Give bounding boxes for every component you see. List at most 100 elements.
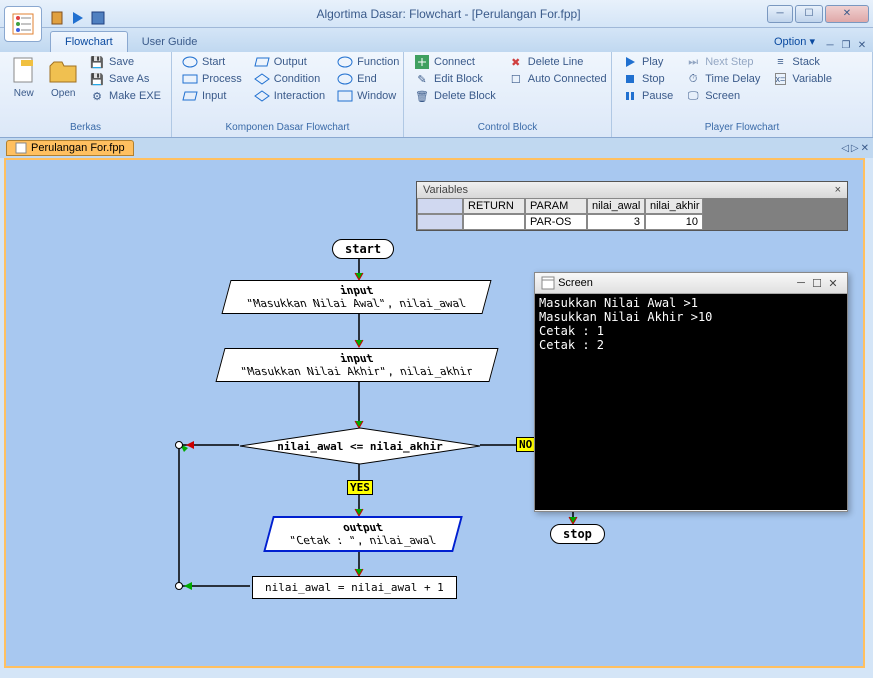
val-param: PAR-OS xyxy=(525,214,587,230)
screen-max[interactable]: ☐ xyxy=(809,277,825,290)
save-as-button[interactable]: 💾Save As xyxy=(85,71,165,87)
time-delay-button[interactable]: ⏱Time Delay xyxy=(681,71,764,87)
screen-title-icon xyxy=(541,276,555,290)
variables-table: RETURN PARAM nilai_awal nilai_akhir PAR-… xyxy=(417,198,847,230)
screen-output: Masukkan Nilai Awal >1 Masukkan Nilai Ak… xyxy=(535,294,847,510)
connect-icon xyxy=(414,55,430,69)
screen-line: Masukkan Nilai Awal >1 xyxy=(539,296,843,310)
tab-flowchart[interactable]: Flowchart xyxy=(50,31,128,52)
process-node[interactable]: nilai_awal = nilai_awal + 1 xyxy=(252,576,457,599)
exe-icon: ⚙ xyxy=(89,89,105,103)
window-button[interactable]: Window xyxy=(333,88,403,104)
mdi-restore[interactable]: ❐ xyxy=(839,38,853,52)
output-shape-icon xyxy=(254,55,270,69)
close-button[interactable]: ✕ xyxy=(825,5,869,23)
app-icon[interactable] xyxy=(4,6,42,42)
option-menu[interactable]: Option ▾ xyxy=(766,31,823,52)
interaction-shape-icon xyxy=(254,89,270,103)
stop-button[interactable]: Stop xyxy=(618,71,677,87)
screen-icon: 🖵 xyxy=(685,89,701,103)
pause-icon xyxy=(622,89,638,103)
stop-icon xyxy=(622,72,638,86)
row-header-blank xyxy=(417,198,463,214)
val-nilai-awal: 3 xyxy=(587,214,645,230)
delete-line-button[interactable]: ✖Delete Line xyxy=(504,54,611,70)
function-button[interactable]: Function xyxy=(333,54,403,70)
edit-icon: ✎ xyxy=(414,72,430,86)
interaction-button[interactable]: Interaction xyxy=(250,88,329,104)
process-shape-icon xyxy=(182,72,198,86)
output-node[interactable]: output"Cetak : ", nilai_awal xyxy=(263,516,462,552)
tab-close[interactable]: ✕ xyxy=(861,143,869,154)
col-nilai-akhir: nilai_akhir xyxy=(645,198,703,214)
val-nilai-akhir: 10 xyxy=(645,214,703,230)
open-button[interactable]: Open xyxy=(46,54,82,101)
output-button[interactable]: Output xyxy=(250,54,329,70)
start-button[interactable]: Start xyxy=(178,54,246,70)
screen-panel[interactable]: Screen ─ ☐ ✕ Masukkan Nilai Awal >1 Masu… xyxy=(534,272,848,512)
new-button[interactable]: New xyxy=(6,54,42,101)
end-button[interactable]: End xyxy=(333,71,403,87)
start-node[interactable]: start xyxy=(332,239,394,259)
input-shape-icon xyxy=(182,89,198,103)
screen-titlebar[interactable]: Screen ─ ☐ ✕ xyxy=(535,273,847,294)
next-step-icon: ⏭ xyxy=(685,55,701,69)
tab-user-guide[interactable]: User Guide xyxy=(128,32,212,52)
variable-button[interactable]: x=Variable xyxy=(768,71,836,87)
variables-close[interactable]: × xyxy=(835,184,841,196)
connect-button[interactable]: Connect xyxy=(410,54,500,70)
window-buttons: ─ ☐ ✕ xyxy=(767,5,869,23)
window-title: Algortima Dasar: Flowchart - [Perulangan… xyxy=(130,7,767,21)
input-button[interactable]: Input xyxy=(178,88,246,104)
decision-node[interactable]: nilai_awal <= nilai_akhir xyxy=(238,426,482,466)
tab-next[interactable]: ▷ xyxy=(851,143,859,154)
connector-dot xyxy=(175,441,183,449)
qat-icon-1[interactable] xyxy=(50,10,66,26)
window-shape-icon xyxy=(337,89,353,103)
stack-icon: ≡ xyxy=(772,55,788,69)
edit-block-button[interactable]: ✎Edit Block xyxy=(410,71,500,87)
screen-button[interactable]: 🖵Screen xyxy=(681,88,764,104)
play-button[interactable]: Play xyxy=(618,54,677,70)
variable-icon: x= xyxy=(772,72,788,86)
mdi-close[interactable]: ✕ xyxy=(855,38,869,52)
stack-button[interactable]: ≡Stack xyxy=(768,54,836,70)
function-shape-icon xyxy=(337,55,353,69)
save-button[interactable]: 💾Save xyxy=(85,54,165,70)
canvas[interactable]: start input"Masukkan Nilai Awal", nilai_… xyxy=(4,158,865,668)
screen-close[interactable]: ✕ xyxy=(825,277,841,290)
row-header xyxy=(417,214,463,230)
new-file-icon xyxy=(9,56,39,86)
make-exe-button[interactable]: ⚙Make EXE xyxy=(85,88,165,104)
minimize-button[interactable]: ─ xyxy=(767,5,793,23)
next-step-button[interactable]: ⏭Next Step xyxy=(681,54,764,70)
pause-button[interactable]: Pause xyxy=(618,88,677,104)
condition-button[interactable]: Condition xyxy=(250,71,329,87)
play-icon xyxy=(622,55,638,69)
qat-save-icon[interactable] xyxy=(90,10,106,26)
auto-connected-icon: ☐ xyxy=(508,72,524,86)
stop-node[interactable]: stop xyxy=(550,524,605,544)
save-as-icon: 💾 xyxy=(89,72,105,86)
maximize-button[interactable]: ☐ xyxy=(795,5,823,23)
condition-shape-icon xyxy=(254,72,270,86)
mdi-minimize[interactable]: ─ xyxy=(823,38,837,52)
tab-prev[interactable]: ◁ xyxy=(841,143,849,154)
delete-line-icon: ✖ xyxy=(508,55,524,69)
tabstrip: Flowchart User Guide Option ▾ ─ ❐ ✕ xyxy=(0,28,873,52)
screen-line: Masukkan Nilai Akhir >10 xyxy=(539,310,843,324)
qat-play-icon[interactable] xyxy=(70,10,86,26)
variables-panel[interactable]: Variables× RETURN PARAM nilai_awal nilai… xyxy=(416,181,848,231)
process-button[interactable]: Process xyxy=(178,71,246,87)
input2-node[interactable]: input"Masukkan Nilai Akhir", nilai_akhir xyxy=(215,348,498,382)
delete-block-button[interactable]: 🗑Delete Block xyxy=(410,88,500,104)
input1-node[interactable]: input"Masukkan Nilai Awal", nilai_awal xyxy=(221,280,491,314)
screen-min[interactable]: ─ xyxy=(793,277,809,289)
group-player-label: Player Flowchart xyxy=(618,120,866,135)
auto-connected-button[interactable]: ☐Auto Connected xyxy=(504,71,611,87)
start-shape-icon xyxy=(182,55,198,69)
clock-icon: ⏱ xyxy=(685,72,701,86)
titlebar: Algortima Dasar: Flowchart - [Perulangan… xyxy=(0,0,873,28)
document-tab[interactable]: Perulangan For.fpp xyxy=(6,140,134,156)
variables-titlebar[interactable]: Variables× xyxy=(417,182,847,198)
